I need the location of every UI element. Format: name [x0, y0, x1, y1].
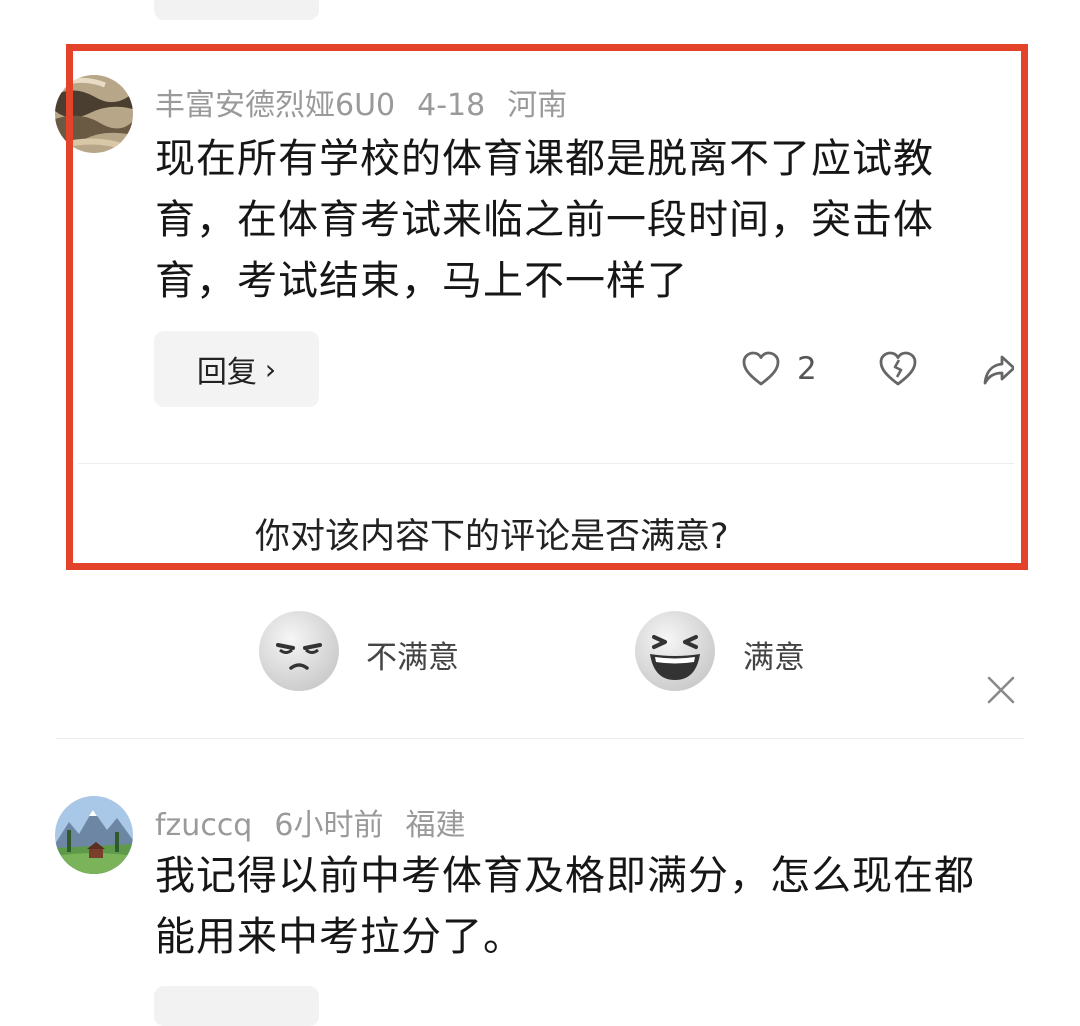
heart-icon — [742, 351, 780, 386]
username[interactable]: fzuccq — [155, 808, 252, 843]
avatar-image — [55, 75, 133, 153]
laughing-face-icon[interactable] — [634, 610, 716, 692]
like-count: 2 — [797, 351, 817, 387]
satisfied-option[interactable]: 满意 — [743, 632, 805, 677]
reply-button[interactable]: 回复 › — [154, 331, 319, 407]
share-icon — [983, 355, 1016, 385]
unhappy-face-icon[interactable] — [258, 610, 340, 692]
comment-date: 4-18 — [417, 88, 486, 123]
share-button[interactable] — [982, 352, 1016, 392]
comment-text: 现在所有学校的体育课都是脱离不了应试教育，在体育考试来临之前一段时间，突击体育，… — [155, 136, 934, 304]
comment-meta: 丰富安德烈娅6U0 4-18 河南 — [155, 80, 589, 124]
close-icon[interactable] — [986, 675, 1016, 709]
divider — [78, 463, 1014, 464]
survey-question: 你对该内容下的评论是否满意? — [255, 517, 729, 557]
like-button[interactable]: 2 — [741, 350, 817, 388]
avatar[interactable] — [55, 796, 133, 874]
divider — [56, 738, 1024, 739]
previous-reply-button[interactable] — [154, 0, 319, 20]
broken-heart-icon — [879, 351, 917, 386]
comment-location: 河南 — [507, 88, 568, 123]
next-reply-button[interactable] — [154, 986, 319, 1026]
reply-label: 回复 — [196, 355, 257, 390]
comment-location: 福建 — [405, 808, 466, 843]
chevron-right-icon: › — [264, 352, 277, 386]
avatar-image — [55, 796, 133, 874]
avatar[interactable] — [55, 75, 133, 153]
unsatisfied-option[interactable]: 不满意 — [366, 632, 459, 677]
comment-meta: fzuccq 6小时前 福建 — [155, 800, 487, 844]
username[interactable]: 丰富安德烈娅6U0 — [155, 88, 395, 123]
dislike-button[interactable] — [878, 350, 918, 392]
comment-text: 我记得以前中考体育及格即满分，怎么现在都能用来中考拉分了。 — [155, 853, 975, 960]
comment-date: 6小时前 — [274, 808, 384, 843]
